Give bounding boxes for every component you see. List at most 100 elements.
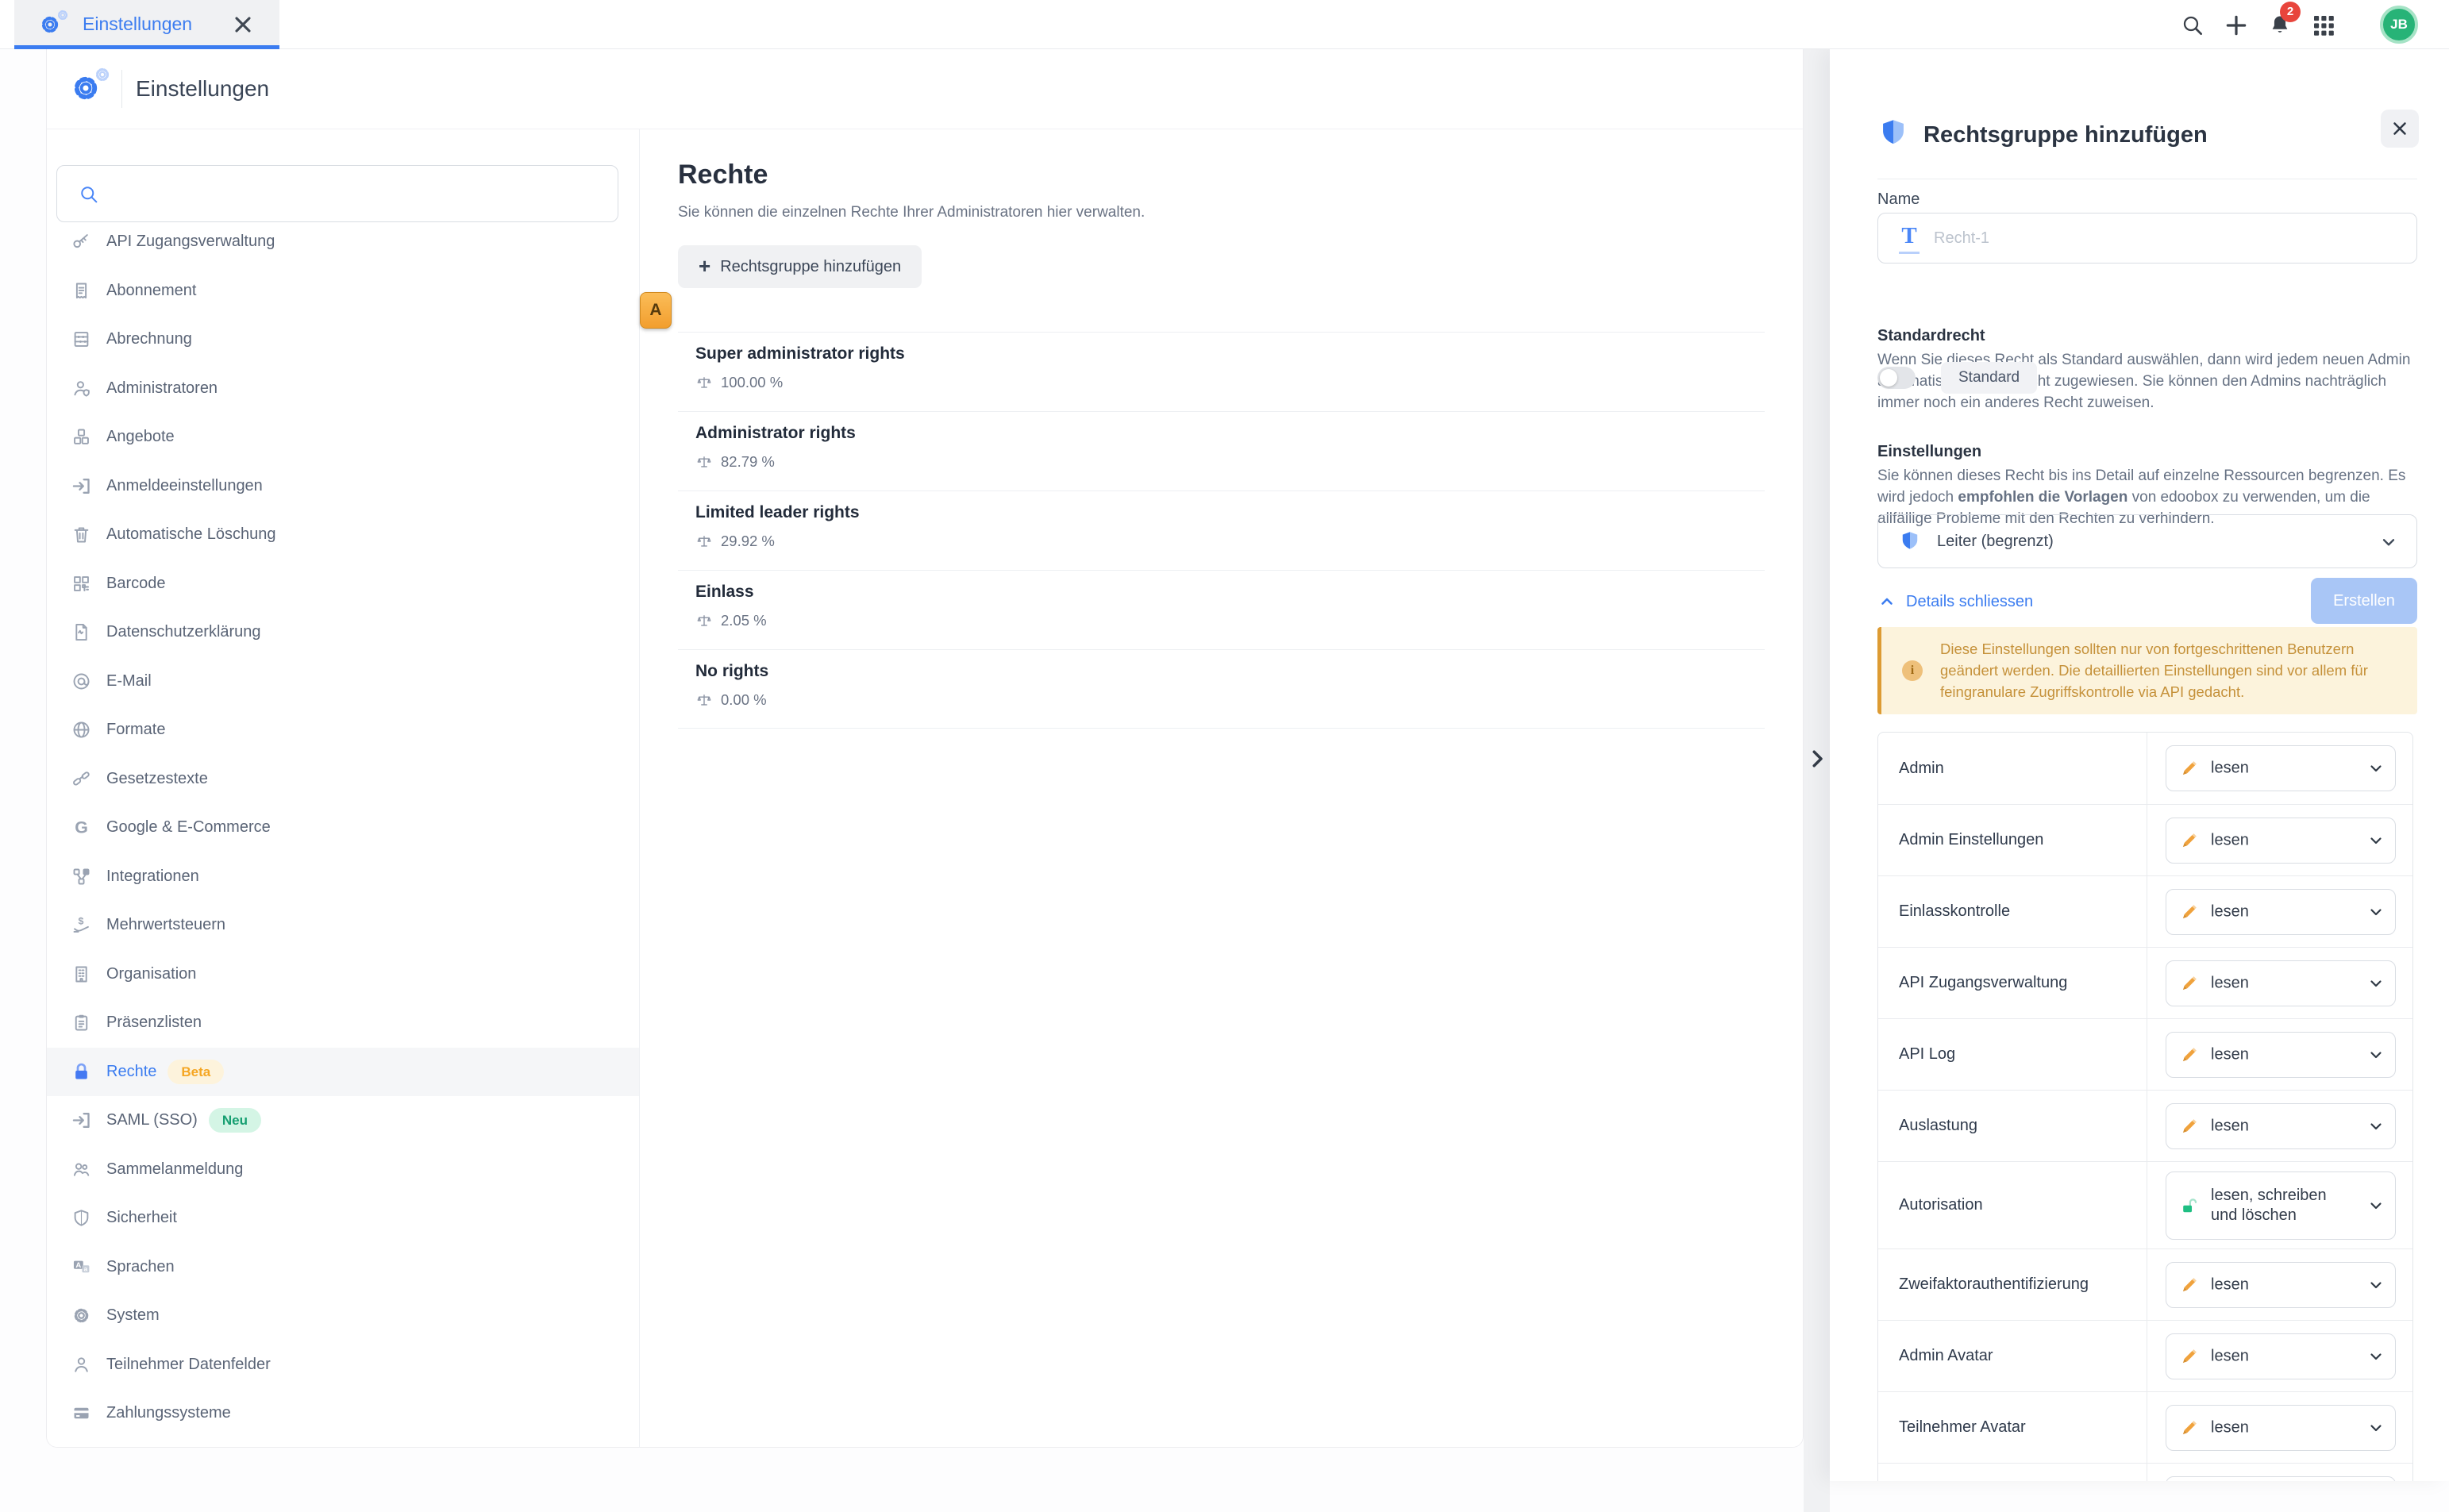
scale-icon xyxy=(695,533,713,550)
sidebar-item-gesetzestexte[interactable]: Gesetzestexte xyxy=(47,755,639,804)
permission-level-value: lesen xyxy=(2211,1045,2354,1064)
permission-level-value: lesen xyxy=(2211,759,2354,779)
people-icon xyxy=(71,1159,92,1180)
settings-gear-small-icon xyxy=(93,65,112,84)
sidebar-item-label: Organisation xyxy=(106,965,196,983)
sidebar-item-label: Barcode xyxy=(106,575,166,593)
create-button[interactable]: Erstellen xyxy=(2311,578,2417,624)
name-field[interactable] xyxy=(1934,214,2402,262)
google-g-icon: G xyxy=(71,817,92,838)
sidebar-item-label: Sicherheit xyxy=(106,1209,177,1227)
permission-level-select[interactable]: lesen xyxy=(2166,1262,2396,1308)
close-icon[interactable] xyxy=(2381,110,2419,148)
unlock-icon xyxy=(2179,1195,2200,1216)
template-select[interactable]: Leiter (begrenzt) xyxy=(1877,514,2417,568)
tab-close-icon[interactable] xyxy=(230,12,256,37)
key-icon xyxy=(71,231,92,252)
sidebar-item-label: Abrechnung xyxy=(106,330,192,348)
header-divider xyxy=(121,70,122,108)
permission-level-select[interactable]: lesen xyxy=(2166,818,2396,864)
sidebar-item-sprachen[interactable]: AaSprachen xyxy=(47,1243,639,1292)
integration-nodes-icon xyxy=(71,866,92,887)
pencil-icon xyxy=(2179,758,2200,779)
tab-title: Einstellungen xyxy=(83,0,192,49)
sidebar-item-anmeldeeinstellungen[interactable]: Anmeldeeinstellungen xyxy=(47,462,639,511)
sidebar-item-google-e-commerce[interactable]: GGoogle & E-Commerce xyxy=(47,803,639,852)
rights-group-name: Limited leader rights xyxy=(695,503,860,522)
shield-icon xyxy=(1877,117,1909,151)
sidebar-item-label: API Zugangsverwaltung xyxy=(106,233,275,251)
pencil-icon xyxy=(2179,902,2200,922)
add-rights-group-button[interactable]: + Rechtsgruppe hinzufügen xyxy=(678,245,922,288)
permission-level-select[interactable]: lesen xyxy=(2166,1333,2396,1379)
chevron-down-icon xyxy=(2366,1275,2385,1295)
sidebar-item-abrechnung[interactable]: Abrechnung xyxy=(47,315,639,364)
sidebar-item-datenschutzerkl-rung[interactable]: Datenschutzerklärung xyxy=(47,608,639,657)
sidebar-item-automatische-l-schung[interactable]: Automatische Löschung xyxy=(47,510,639,560)
sidebar-item-api-zugangsverwaltung[interactable]: API Zugangsverwaltung xyxy=(47,217,639,267)
section-subtitle: Sie können die einzelnen Rechte Ihrer Ad… xyxy=(678,204,1145,221)
app-root: Einstellungen 2 JB Einstellungen API Zug… xyxy=(0,0,2449,1512)
sidebar-item-abonnement[interactable]: Abonnement xyxy=(47,267,639,316)
sidebar-item-mehrwertsteuern[interactable]: $Mehrwertsteuern xyxy=(47,901,639,950)
sidebar-item-e-mail[interactable]: E-Mail xyxy=(47,657,639,706)
permission-level-select[interactable]: lesen xyxy=(2166,960,2396,1006)
sidebar-item-organisation[interactable]: Organisation xyxy=(47,950,639,999)
sidebar-item-sammelanmeldung[interactable]: Sammelanmeldung xyxy=(47,1145,639,1195)
sidebar-item-administratoren[interactable]: Administratoren xyxy=(47,364,639,414)
permission-level-select[interactable]: lesen xyxy=(2166,1405,2396,1451)
rights-group-row[interactable]: Super administrator rights 100.00 % xyxy=(678,332,1765,411)
sidebar-item-label: Präsenzlisten xyxy=(106,1014,202,1032)
login-arrow-icon xyxy=(71,1110,92,1131)
tab-einstellungen[interactable]: Einstellungen xyxy=(14,0,279,49)
sidebar-item-system[interactable]: System xyxy=(47,1291,639,1341)
details-close-link[interactable]: Details schliessen xyxy=(1877,592,2033,611)
sidebar-item-barcode[interactable]: Barcode xyxy=(47,560,639,609)
avatar[interactable]: JB xyxy=(2380,6,2418,44)
lock-icon xyxy=(71,1061,92,1083)
chevron-down-icon xyxy=(2366,902,2385,921)
sidebar-item-zahlungssysteme[interactable]: Zahlungssysteme xyxy=(47,1389,639,1438)
sidebar-item-sicherheit[interactable]: Sicherheit xyxy=(47,1194,639,1243)
permission-resource: Zweifaktorauthentifizierung xyxy=(1899,1249,2089,1320)
rights-group-percent: 0.00 % xyxy=(721,691,767,709)
sidebar-item-integrationen[interactable]: Integrationen xyxy=(47,852,639,902)
page-title: Einstellungen xyxy=(136,49,269,129)
standard-toggle[interactable] xyxy=(1877,367,1916,389)
pencil-icon xyxy=(2179,1045,2200,1065)
rights-group-row[interactable]: Administrator rights 82.79 % xyxy=(678,411,1765,491)
rights-group-list: Super administrator rights 100.00 % Admi… xyxy=(678,332,1765,729)
sidebar-item-angebote[interactable]: Angebote xyxy=(47,413,639,462)
permission-row: Teilnehmer Avatar lesen xyxy=(1878,1391,2412,1463)
permission-row: Autorisation lesen, schreiben und lösche… xyxy=(1878,1161,2412,1248)
permission-level-select[interactable]: lesen xyxy=(2166,1476,2396,1482)
sidebar-item-teilnehmer-datenfelder[interactable]: Teilnehmer Datenfelder xyxy=(47,1341,639,1390)
permission-level-select[interactable]: lesen xyxy=(2166,1103,2396,1149)
law-link-icon xyxy=(71,768,92,790)
permission-row: Admin Avatar lesen xyxy=(1878,1320,2412,1391)
rights-group-row[interactable]: Einlass 2.05 % xyxy=(678,570,1765,649)
sidebar-item-saml-sso-[interactable]: SAML (SSO)Neu xyxy=(47,1096,639,1145)
permission-level-select[interactable]: lesen xyxy=(2166,889,2396,935)
add-icon[interactable] xyxy=(2224,13,2249,38)
template-select-value: Leiter (begrenzt) xyxy=(1937,515,2054,567)
add-rights-group-drawer: Rechtsgruppe hinzufügen Name T Standardr… xyxy=(1830,49,2449,1481)
toggle-knob xyxy=(1880,369,1897,387)
sidebar-item-rechte[interactable]: RechteBeta xyxy=(47,1048,639,1097)
chevron-up-icon xyxy=(1877,592,1896,611)
permission-level-value: lesen xyxy=(2211,1275,2354,1295)
permission-level-select[interactable]: lesen xyxy=(2166,745,2396,791)
apps-grid-icon[interactable] xyxy=(2311,13,2336,38)
rights-group-row[interactable]: No rights 0.00 % xyxy=(678,649,1765,729)
chevron-right-icon[interactable] xyxy=(1805,741,1829,776)
search-icon[interactable] xyxy=(2180,13,2205,38)
sidebar-item-pr-senzlisten[interactable]: Präsenzlisten xyxy=(47,998,639,1048)
sidebar-item-formate[interactable]: Formate xyxy=(47,706,639,755)
rights-group-row[interactable]: Limited leader rights 29.92 % xyxy=(678,491,1765,570)
trash-icon xyxy=(71,524,92,545)
permission-level-select[interactable]: lesen, schreiben und löschen xyxy=(2166,1172,2396,1240)
document-icon xyxy=(71,621,92,643)
pencil-icon xyxy=(2179,973,2200,994)
search-input[interactable] xyxy=(113,169,605,218)
permission-level-select[interactable]: lesen xyxy=(2166,1032,2396,1078)
